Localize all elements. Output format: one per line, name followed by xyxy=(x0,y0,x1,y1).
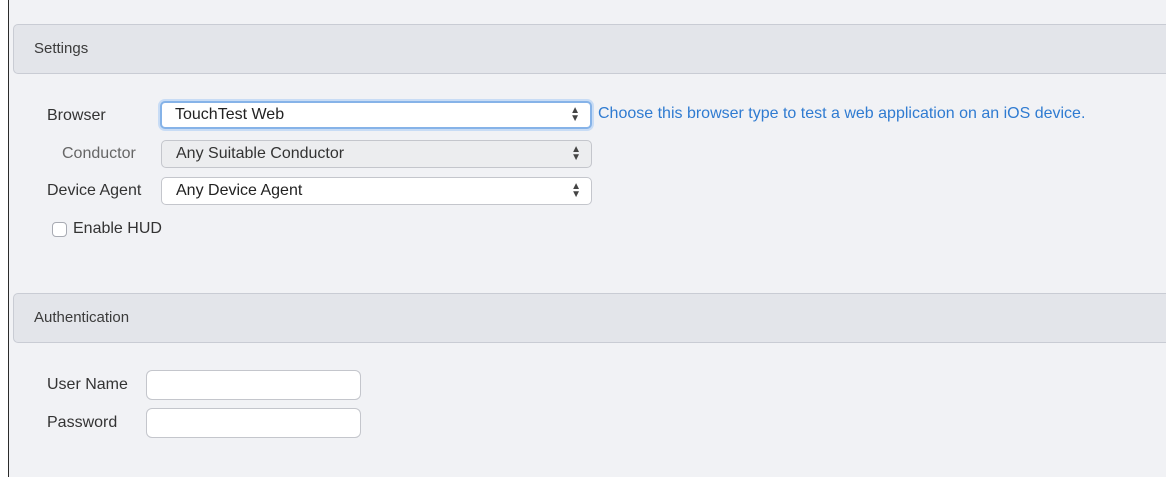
select-arrows-icon: ▲ ▼ xyxy=(570,105,580,124)
authentication-section-title: Authentication xyxy=(34,309,130,326)
conductor-label: Conductor xyxy=(62,145,136,162)
user-name-label: User Name xyxy=(47,376,128,393)
enable-hud-label[interactable]: Enable HUD xyxy=(73,220,162,238)
browser-hint: Choose this browser type to test a web a… xyxy=(598,105,1086,122)
user-name-field[interactable] xyxy=(146,370,361,400)
settings-section-title: Settings xyxy=(34,40,89,57)
settings-section-header: Settings xyxy=(13,24,1166,74)
authentication-section-header: Authentication xyxy=(13,293,1166,343)
browser-select[interactable]: TouchTest Web ▲ ▼ xyxy=(160,101,592,129)
browser-select-value: TouchTest Web xyxy=(175,106,285,123)
select-arrows-icon: ▲ ▼ xyxy=(571,144,581,163)
enable-hud-checkbox[interactable] xyxy=(52,222,67,237)
select-arrows-icon: ▲ ▼ xyxy=(571,181,581,200)
device-agent-select-value: Any Device Agent xyxy=(176,182,303,199)
conductor-select-value: Any Suitable Conductor xyxy=(176,145,345,162)
password-label: Password xyxy=(47,414,118,431)
conductor-select[interactable]: Any Suitable Conductor ▲ ▼ xyxy=(161,140,592,168)
device-agent-select[interactable]: Any Device Agent ▲ ▼ xyxy=(161,177,592,205)
browser-label: Browser xyxy=(47,107,106,124)
device-agent-label: Device Agent xyxy=(47,182,142,199)
password-field[interactable] xyxy=(146,408,361,438)
